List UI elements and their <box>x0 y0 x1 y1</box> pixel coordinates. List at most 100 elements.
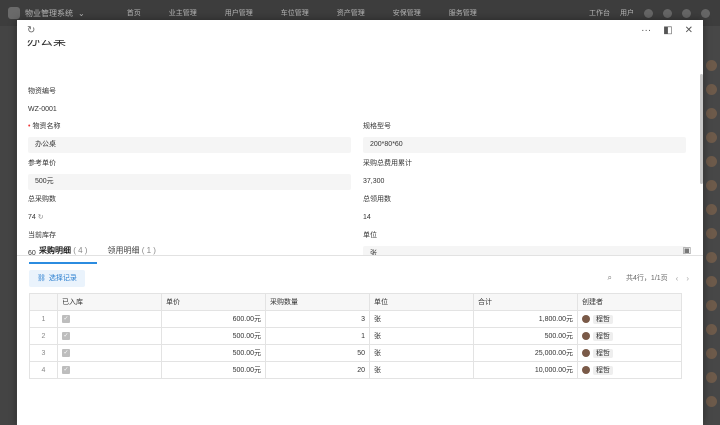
column-header[interactable]: 单价 <box>161 293 266 311</box>
avatar <box>582 349 590 357</box>
nav-item-home[interactable]: 首页 <box>113 8 155 18</box>
cell-qty: 3 <box>265 310 370 328</box>
top-nav: 首页 业主管理 用户管理 车位管理 资产管理 安保管理 服务管理 <box>113 8 491 18</box>
search-icon[interactable] <box>644 8 653 18</box>
stocked-checkbox[interactable]: ✓ <box>62 315 70 323</box>
avatar[interactable] <box>706 60 717 71</box>
avatar[interactable] <box>706 276 717 287</box>
cell-unit: 张 <box>369 310 474 328</box>
field-name: • 物资名称 办公桌 <box>28 121 351 153</box>
refresh-icon[interactable]: ↻ <box>38 214 44 221</box>
cell-unit: 张 <box>369 327 474 345</box>
tab-purchase-detail[interactable]: 采购明细 ( 4 ) <box>29 242 98 264</box>
prev-page-icon[interactable]: ‹ <box>676 274 679 283</box>
cell-price: 500.00元 <box>161 361 266 379</box>
nav-item-asset[interactable]: 资产管理 <box>323 8 379 18</box>
field-label: 总采购数 <box>28 196 56 203</box>
table-header-row: 已入库 单价 采购数量 单位 合计 创建者 <box>29 293 682 311</box>
avatar[interactable] <box>706 84 717 95</box>
avatar[interactable] <box>706 204 717 215</box>
column-header[interactable]: 单位 <box>369 293 474 311</box>
cell-creator[interactable]: 程哲 <box>582 331 677 341</box>
export-icon[interactable]: ▣ <box>682 245 691 256</box>
user-menu[interactable]: 用户 <box>620 8 634 18</box>
nav-item-service[interactable]: 服务管理 <box>435 8 491 18</box>
field-code: 物资编号 WZ-0001 <box>28 86 348 118</box>
spec-input[interactable]: 200*80*60 <box>363 137 686 153</box>
field-total-purchase: 采购总费用累计 37,300 <box>363 158 686 190</box>
avatar[interactable] <box>706 300 717 311</box>
more-icon[interactable]: ··· <box>641 25 651 36</box>
stocked-checkbox[interactable]: ✓ <box>62 366 70 374</box>
table-row[interactable]: 4 ✓ 500.00元 20 张 10,000.00元 程哲 <box>29 361 682 379</box>
field-label: 当前库存 <box>28 232 56 239</box>
tab-use-detail[interactable]: 领用明细 ( 1 ) <box>97 242 165 264</box>
workbench-link[interactable]: 工作台 <box>589 8 610 18</box>
app-sidebar <box>0 26 16 425</box>
cell-price: 500.00元 <box>161 344 266 362</box>
avatar[interactable] <box>706 252 717 263</box>
avatar[interactable] <box>706 132 717 143</box>
required-mark: • <box>28 123 31 130</box>
right-avatar-column <box>704 26 720 425</box>
nav-item-owner[interactable]: 业主管理 <box>155 8 211 18</box>
avatar[interactable] <box>706 372 717 383</box>
cell-qty: 50 <box>265 344 370 362</box>
avatar[interactable] <box>706 228 717 239</box>
nav-item-user[interactable]: 用户管理 <box>211 8 267 18</box>
next-page-icon[interactable]: › <box>686 274 689 283</box>
avatar <box>582 332 590 340</box>
avatar[interactable] <box>706 348 717 359</box>
field-label: 参考单价 <box>28 160 56 167</box>
select-records-button[interactable]: ⛓ 选择记录 <box>29 270 85 287</box>
refresh-icon[interactable]: ↻ <box>27 25 35 36</box>
unit-input[interactable]: 张 <box>363 246 686 255</box>
app-brand[interactable]: 物业管理系统 ⌄ <box>8 7 85 19</box>
cell-price: 600.00元 <box>161 310 266 328</box>
top-right-actions: 工作台 用户 <box>589 8 710 18</box>
ref-price-input[interactable]: 500元 <box>28 174 351 190</box>
field-value: 37,300 <box>363 178 385 185</box>
table-row[interactable]: 3 ✓ 500.00元 50 张 25,000.00元 程哲 <box>29 344 682 362</box>
detail-tabs: 采购明细 ( 4 ) 领用明细 ( 1 ) <box>29 242 166 264</box>
help-icon[interactable] <box>682 8 691 18</box>
avatar[interactable] <box>706 324 717 335</box>
side-panel-icon[interactable]: ◧ <box>663 25 672 36</box>
nav-item-parking[interactable]: 车位管理 <box>267 8 323 18</box>
field-purchase-qty: 总采购数 74 ↻ <box>28 194 351 226</box>
cell-unit: 张 <box>369 344 474 362</box>
search-icon[interactable]: ⌕ <box>608 273 612 283</box>
stocked-checkbox[interactable]: ✓ <box>62 332 70 340</box>
field-label: 物资编号 <box>28 88 56 95</box>
avatar[interactable] <box>701 8 710 18</box>
avatar[interactable] <box>706 108 717 119</box>
column-header[interactable]: 合计 <box>473 293 578 311</box>
pagination: ⌕ 共4行，1/1页 ‹ › <box>608 273 689 283</box>
cell-creator[interactable]: 程哲 <box>582 314 677 324</box>
avatar[interactable] <box>706 156 717 167</box>
nav-item-security[interactable]: 安保管理 <box>379 8 435 18</box>
table-row[interactable]: 1 ✓ 600.00元 3 张 1,800.00元 程哲 <box>29 310 682 328</box>
column-header[interactable]: 采购数量 <box>265 293 370 311</box>
field-label: 单位 <box>363 232 377 239</box>
cell-qty: 20 <box>265 361 370 379</box>
column-header[interactable]: 创建者 <box>577 293 682 311</box>
field-label: 规格型号 <box>363 123 391 130</box>
avatar[interactable] <box>706 396 717 407</box>
stocked-checkbox[interactable]: ✓ <box>62 349 70 357</box>
app-title: 物业管理系统 <box>25 8 73 18</box>
cell-creator[interactable]: 程哲 <box>582 365 677 375</box>
cell-qty: 1 <box>265 327 370 345</box>
name-input[interactable]: 办公桌 <box>28 137 351 153</box>
close-icon[interactable]: ✕ <box>685 25 693 36</box>
field-use-qty: 总领用数 14 <box>363 194 686 226</box>
cell-creator[interactable]: 程哲 <box>582 348 677 358</box>
form-scrollbar[interactable] <box>700 74 703 184</box>
table-row[interactable]: 2 ✓ 500.00元 1 张 500.00元 程哲 <box>29 327 682 345</box>
cell-total: 1,800.00元 <box>473 310 578 328</box>
row-index: 2 <box>29 327 58 345</box>
column-header[interactable]: 已入库 <box>57 293 162 311</box>
avatar[interactable] <box>706 180 717 191</box>
notification-icon[interactable] <box>663 8 672 18</box>
cell-unit: 张 <box>369 361 474 379</box>
